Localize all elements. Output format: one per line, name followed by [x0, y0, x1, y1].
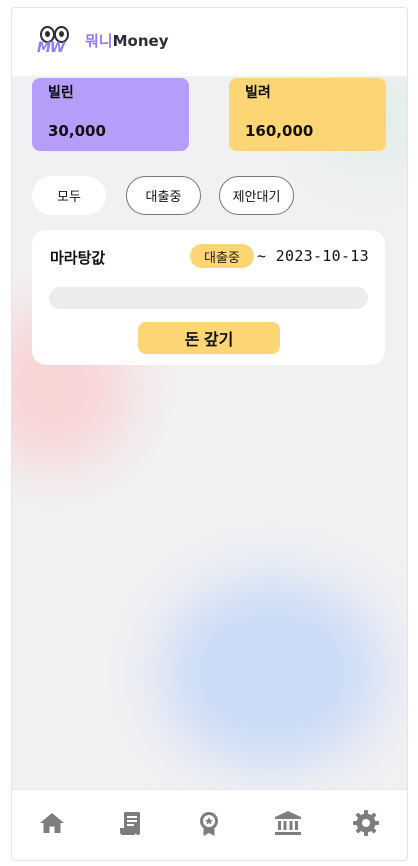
- repayment-progress-bar: [49, 287, 368, 309]
- borrow-summary-amount: 160,000: [245, 122, 314, 140]
- loan-title: 마라탕값: [50, 249, 106, 267]
- nav-bank[interactable]: [273, 808, 303, 838]
- filter-all-chip[interactable]: 모두: [32, 176, 106, 215]
- ledger-icon: [120, 812, 140, 835]
- lend-summary-card[interactable]: 빌린 30,000: [32, 78, 189, 151]
- background-blob: [162, 578, 382, 768]
- nav-ledger[interactable]: [116, 808, 146, 838]
- app-name: 뭐니Money: [85, 30, 168, 51]
- filter-lending-chip[interactable]: 대출중: [126, 176, 201, 215]
- loan-due-date: ~ 2023-10-13: [257, 247, 369, 265]
- nav-home[interactable]: [37, 808, 67, 838]
- home-icon: [40, 813, 64, 833]
- loan-card[interactable]: 마라탕값 대출중 ~ 2023-10-13 돈 갚기: [32, 230, 385, 365]
- repay-button[interactable]: 돈 갚기: [138, 322, 280, 354]
- borrow-summary-label: 빌려: [245, 85, 271, 101]
- logo-mark-text: MW: [37, 40, 65, 56]
- bottom-nav: [12, 789, 407, 860]
- award-icon: [200, 812, 218, 836]
- bank-icon: [275, 811, 301, 835]
- app-name-korean: 뭐니: [85, 31, 113, 50]
- loan-status-badge: 대출중: [190, 244, 254, 268]
- app-name-english: Money: [112, 31, 169, 50]
- app-frame: MW 뭐니Money 빌린 30,000 빌려 160,000 모두 대출중 제…: [11, 7, 408, 861]
- lend-summary-amount: 30,000: [48, 122, 106, 140]
- header: MW 뭐니Money: [12, 8, 407, 76]
- nav-award[interactable]: [194, 808, 224, 838]
- filter-pending-chip[interactable]: 제안대기: [219, 176, 294, 215]
- settings-icon: [353, 810, 379, 836]
- borrow-summary-card[interactable]: 빌려 160,000: [229, 78, 386, 151]
- nav-settings[interactable]: [351, 808, 381, 838]
- logo-mark-icon: MW: [37, 24, 75, 56]
- app-logo[interactable]: MW 뭐니Money: [37, 24, 168, 56]
- lend-summary-label: 빌린: [48, 85, 74, 101]
